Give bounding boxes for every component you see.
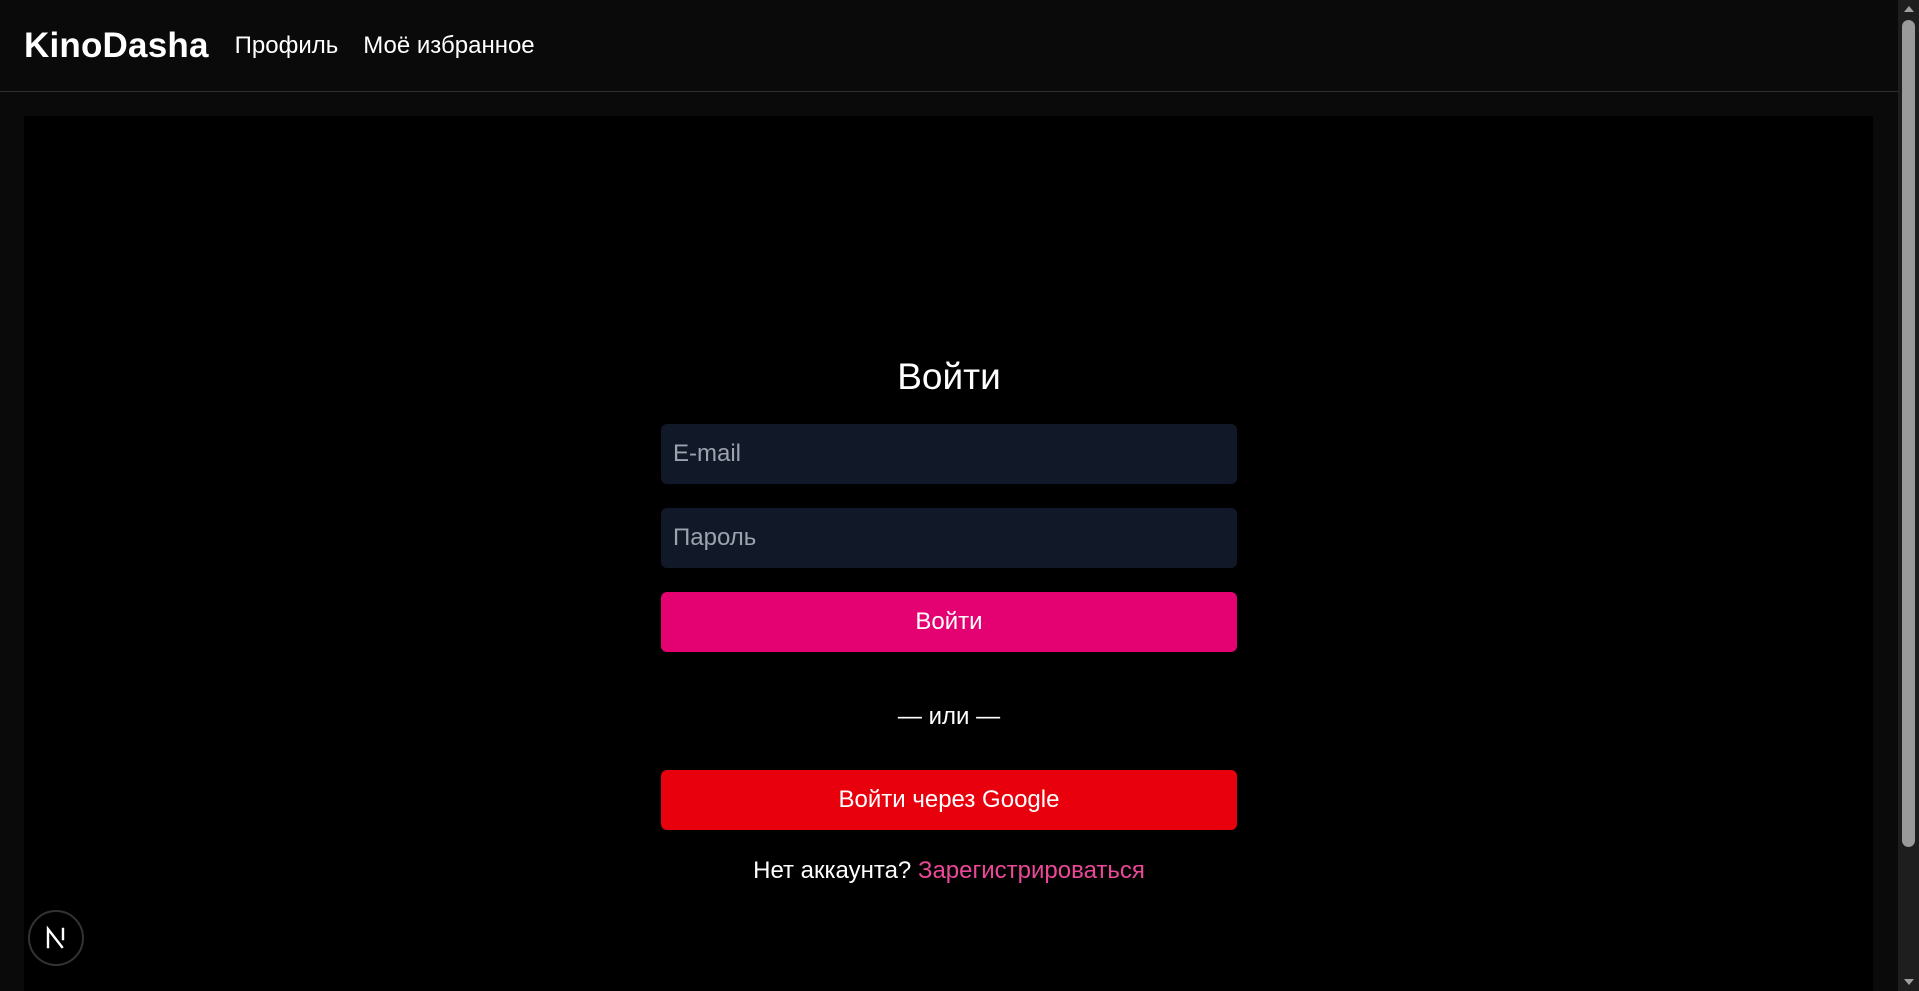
no-account-text: Нет аккаунта? — [753, 857, 912, 884]
signup-prompt: Нет аккаунта? Зарегистрироваться — [661, 856, 1237, 886]
google-login-label: Войти через Google — [838, 786, 1060, 813]
page: KinoDasha Профиль Моё избранное Войти Во… — [0, 0, 1919, 991]
nextjs-dev-badge[interactable] — [28, 910, 84, 966]
main-content: Войти Войти — или — Войти через Google Н… — [24, 116, 1873, 991]
login-submit-label: Войти — [915, 608, 983, 635]
scrollbar-thumb[interactable] — [1902, 20, 1915, 847]
or-divider: — или — — [897, 703, 1001, 730]
register-link[interactable]: Зарегистрироваться — [918, 857, 1145, 884]
google-login-button[interactable]: Войти через Google — [661, 770, 1237, 830]
nav-link-favorites[interactable]: Моё избранное — [363, 32, 534, 60]
email-input[interactable] — [661, 424, 1237, 484]
nav-link-profile[interactable]: Профиль — [235, 32, 339, 60]
vertical-scrollbar[interactable] — [1898, 0, 1919, 991]
nextjs-n-icon — [46, 925, 65, 949]
login-form: Войти Войти — или — Войти через Google Н… — [661, 351, 1237, 886]
brand-logo-link[interactable]: KinoDasha — [24, 26, 209, 66]
scroll-up-arrow-icon[interactable] — [1898, 0, 1919, 17]
scroll-down-arrow-icon[interactable] — [1898, 974, 1919, 991]
login-submit-button[interactable]: Войти — [661, 592, 1237, 652]
password-input[interactable] — [661, 508, 1237, 568]
login-title: Войти — [897, 356, 1001, 397]
top-navbar: KinoDasha Профиль Моё избранное — [0, 0, 1898, 92]
